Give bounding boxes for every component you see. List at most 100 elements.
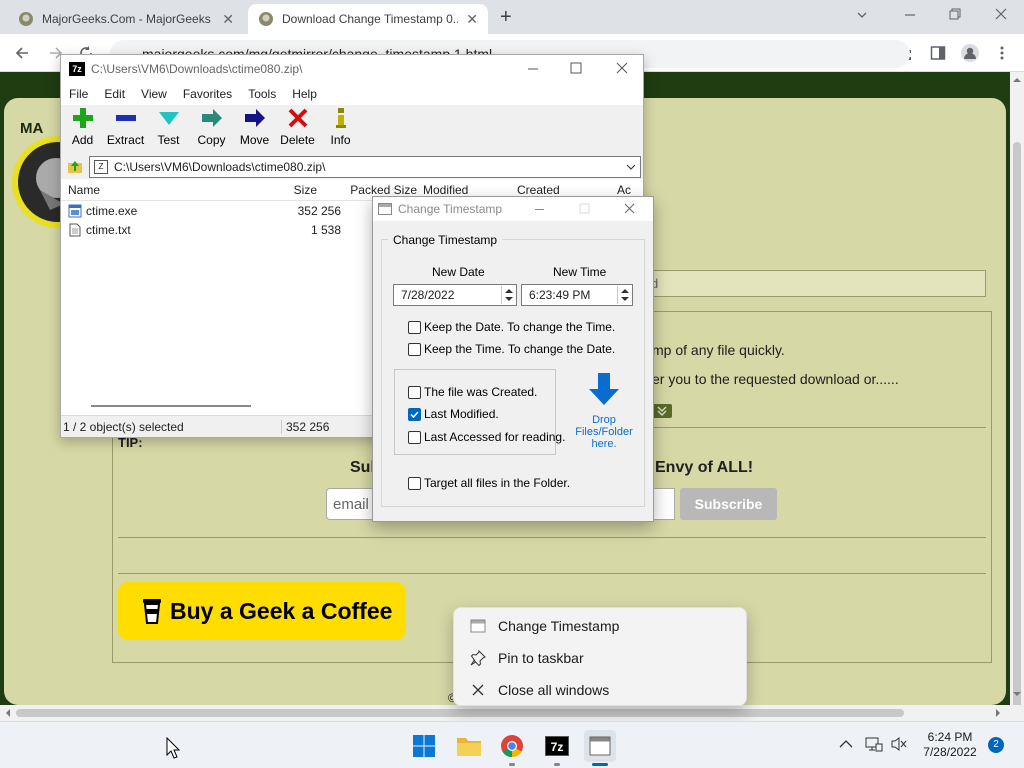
menu-view[interactable]: View: [133, 87, 175, 101]
taskbar-chrome[interactable]: [496, 730, 528, 766]
tab-close-icon[interactable]: ✕: [466, 11, 478, 28]
scroll-thumb[interactable]: [16, 709, 904, 717]
keep-date-checkbox[interactable]: [408, 321, 421, 334]
dialog-title-bar[interactable]: Change Timestamp: [373, 197, 653, 221]
profile-avatar-icon[interactable]: [960, 43, 980, 63]
time-spinner[interactable]: [617, 286, 631, 304]
email-input[interactable]: email: [326, 488, 376, 520]
tab-download-change-timestamp[interactable]: Download Change Timestamp 0... ✕: [248, 4, 488, 34]
network-icon[interactable]: [865, 736, 883, 752]
spin-down-icon[interactable]: [504, 297, 513, 302]
created-label[interactable]: The file was Created.: [424, 385, 537, 399]
last-accessed-label[interactable]: Last Accessed for reading.: [424, 430, 565, 444]
7zip-title-bar[interactable]: 7z C:\Users\VM6\Downloads\ctime080.zip\: [61, 55, 643, 83]
date-picker[interactable]: 7/28/2022: [393, 284, 517, 306]
scroll-down-arrow-icon[interactable]: [1013, 690, 1021, 698]
volume-muted-icon[interactable]: [890, 736, 908, 752]
notification-badge[interactable]: 2: [988, 737, 1004, 753]
up-folder-icon[interactable]: [67, 159, 83, 175]
menu-file[interactable]: File: [61, 87, 96, 101]
menu-tools[interactable]: Tools: [240, 87, 284, 101]
taskbar-7zip[interactable]: 7z: [541, 730, 573, 766]
taskbar-file-explorer[interactable]: [453, 730, 485, 762]
drop-zone[interactable]: Drop Files/Folder here.: [569, 372, 639, 452]
minimize-icon[interactable]: [904, 9, 916, 21]
chevron-up-icon[interactable]: [839, 739, 853, 749]
add-icon: [72, 108, 93, 128]
tab-majorgeeks[interactable]: MajorGeeks.Com - MajorGeeks ✕: [8, 4, 244, 34]
coffee-label: Buy a Geek a Coffee: [170, 597, 393, 624]
drop-line-3: here.: [591, 438, 617, 450]
side-panel-icon[interactable]: [930, 45, 946, 61]
extract-button[interactable]: Extract: [104, 107, 147, 147]
menu-favorites[interactable]: Favorites: [175, 87, 240, 101]
target-all-label[interactable]: Target all files in the Folder.: [424, 476, 570, 490]
expand-chevron-button[interactable]: [652, 404, 672, 418]
scroll-left-arrow-icon[interactable]: [4, 709, 12, 717]
menu-edit[interactable]: Edit: [96, 87, 133, 101]
last-accessed-checkbox[interactable]: [408, 431, 421, 444]
date-spinner[interactable]: [501, 286, 515, 304]
drop-line-1: Drop: [592, 414, 616, 426]
spin-up-icon[interactable]: [620, 288, 629, 293]
back-arrow-icon[interactable]: [14, 45, 30, 61]
divider: [118, 537, 986, 538]
7zip-path-input[interactable]: Z C:\Users\VM6\Downloads\ctime080.zip\: [89, 156, 641, 178]
created-checkbox[interactable]: [408, 386, 421, 399]
tab-close-icon[interactable]: ✕: [222, 11, 234, 28]
info-button[interactable]: Info: [319, 107, 362, 147]
scroll-up-arrow-icon[interactable]: [1013, 76, 1021, 84]
last-modified-label[interactable]: Last Modified.: [424, 407, 499, 421]
page-vertical-scrollbar[interactable]: [1010, 72, 1024, 714]
new-tab-button[interactable]: +: [500, 6, 512, 29]
column-modified[interactable]: Modified: [417, 183, 517, 197]
menu-help[interactable]: Help: [284, 87, 325, 101]
file-list-hscrollbar[interactable]: [65, 403, 371, 411]
menu-item-change-timestamp[interactable]: Change Timestamp: [454, 610, 748, 642]
tab-search-chevron-icon[interactable]: [856, 9, 868, 21]
chevron-down-icon[interactable]: [626, 162, 636, 172]
menu-kebab-icon[interactable]: [998, 45, 1006, 61]
subscribe-button[interactable]: Subscribe: [680, 488, 777, 520]
move-button[interactable]: Move: [233, 107, 276, 147]
target-all-checkbox[interactable]: [408, 477, 421, 490]
drop-text: Drop Files/Folder here.: [569, 414, 639, 450]
column-name[interactable]: Name: [61, 183, 221, 197]
zip-archive-icon: Z: [94, 160, 108, 174]
menu-item-close-all-windows[interactable]: Close all windows: [454, 674, 748, 706]
page-horizontal-scrollbar[interactable]: [0, 705, 1024, 721]
scroll-thumb[interactable]: [1013, 142, 1021, 714]
minimize-icon[interactable]: [534, 204, 545, 215]
add-button[interactable]: Add: [61, 107, 104, 147]
close-icon[interactable]: [624, 203, 635, 214]
minimize-icon[interactable]: [527, 63, 539, 75]
close-window-icon[interactable]: [995, 8, 1007, 20]
delete-button[interactable]: Delete: [276, 107, 319, 147]
running-indicator: [554, 763, 560, 766]
time-picker[interactable]: 6:23:49 PM: [521, 284, 633, 306]
search-input[interactable]: d: [640, 270, 986, 297]
keep-time-checkbox[interactable]: [408, 343, 421, 356]
start-button[interactable]: [408, 730, 440, 762]
spin-up-icon[interactable]: [504, 288, 513, 293]
scroll-thumb[interactable]: [91, 405, 251, 407]
close-icon[interactable]: [616, 62, 628, 74]
column-size[interactable]: Size: [221, 183, 317, 197]
last-modified-checkbox[interactable]: [408, 408, 421, 421]
restore-icon[interactable]: [949, 8, 961, 20]
copy-button[interactable]: Copy: [190, 107, 233, 147]
buy-coffee-button[interactable]: Buy a Geek a Coffee: [118, 582, 406, 640]
test-button[interactable]: Test: [147, 107, 190, 147]
keep-time-label[interactable]: Keep the Time. To change the Date.: [424, 342, 615, 356]
column-accessed[interactable]: Ac: [617, 183, 637, 197]
clock[interactable]: 6:24 PM 7/28/2022: [920, 730, 980, 760]
taskbar-change-timestamp[interactable]: [584, 730, 616, 766]
status-size: 352 256: [281, 419, 329, 434]
column-created[interactable]: Created: [517, 183, 617, 197]
menu-item-pin-to-taskbar[interactable]: Pin to taskbar: [454, 642, 748, 674]
keep-date-label[interactable]: Keep the Date. To change the Time.: [424, 320, 615, 334]
maximize-icon[interactable]: [570, 62, 582, 74]
scroll-right-arrow-icon[interactable]: [994, 709, 1002, 717]
spin-down-icon[interactable]: [620, 297, 629, 302]
column-packed-size[interactable]: Packed Size: [317, 183, 417, 197]
